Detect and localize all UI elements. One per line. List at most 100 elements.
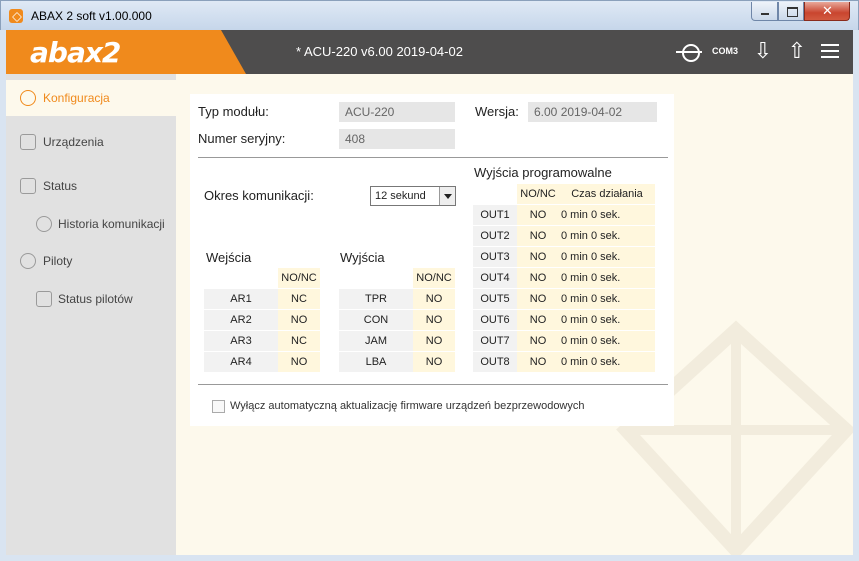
- input-value[interactable]: NC: [278, 289, 320, 309]
- prog-output-name: OUT4: [473, 268, 517, 288]
- version-field: 6.00 2019-04-02: [528, 102, 657, 122]
- table-row: OUT3 NO 0 min 0 sek.: [473, 247, 655, 267]
- prog-output-value[interactable]: NO: [517, 331, 559, 351]
- close-button[interactable]: [804, 2, 850, 21]
- output-name: JAM: [339, 331, 413, 351]
- divider: [198, 384, 668, 385]
- sidebar-item-status[interactable]: Status: [6, 168, 176, 204]
- prog-output-time[interactable]: 0 min 0 sek.: [559, 226, 655, 246]
- device-icon: [20, 134, 36, 150]
- output-name: CON: [339, 310, 413, 330]
- sidebar-item-urzadzenia[interactable]: Urządzenia: [6, 124, 176, 160]
- prog-output-time[interactable]: 0 min 0 sek.: [559, 289, 655, 309]
- outputs-col-header: NO/NC: [413, 268, 455, 288]
- maximize-button[interactable]: [778, 2, 804, 21]
- prog-output-name: OUT1: [473, 205, 517, 225]
- prog-output-time[interactable]: 0 min 0 sek.: [559, 247, 655, 267]
- app-frame: abax2 * ACU-220 v6.00 2019-04-02 COM3 ⇩ …: [6, 30, 853, 555]
- sidebar: Konfiguracja Urządzenia Status Historia …: [6, 74, 176, 555]
- table-row: AR4 NO: [204, 352, 320, 372]
- input-name: AR1: [204, 289, 278, 309]
- com-port-icon[interactable]: [676, 40, 702, 64]
- outputs-table: NO/NC TPR NO CON NO JAM NO LBA NO: [339, 267, 455, 373]
- input-name: AR2: [204, 310, 278, 330]
- sidebar-item-historia[interactable]: Historia komunikacji: [6, 206, 176, 242]
- prog-output-name: OUT3: [473, 247, 517, 267]
- output-name: TPR: [339, 289, 413, 309]
- output-value[interactable]: NO: [413, 331, 455, 351]
- table-row: JAM NO: [339, 331, 455, 351]
- input-name: AR3: [204, 331, 278, 351]
- prog-output-name: OUT5: [473, 289, 517, 309]
- output-value[interactable]: NO: [413, 310, 455, 330]
- inputs-title: Wejścia: [206, 250, 252, 265]
- version-label: Wersja:: [475, 104, 519, 119]
- prog-output-value[interactable]: NO: [517, 226, 559, 246]
- table-row: AR3 NC: [204, 331, 320, 351]
- input-value[interactable]: NO: [278, 310, 320, 330]
- download-icon[interactable]: ⇩: [752, 40, 774, 64]
- input-name: AR4: [204, 352, 278, 372]
- prog-output-time[interactable]: 0 min 0 sek.: [559, 352, 655, 372]
- logo-area: abax2: [6, 30, 246, 74]
- com-port-label[interactable]: COM3: [712, 46, 738, 56]
- prog-output-time[interactable]: 0 min 0 sek.: [559, 268, 655, 288]
- table-row: OUT5 NO 0 min 0 sek.: [473, 289, 655, 309]
- module-type-field: ACU-220: [339, 102, 455, 122]
- config-panel: Typ modułu: ACU-220 Wersja: 6.00 2019-04…: [190, 94, 674, 426]
- prog-col-time: Czas działania: [559, 184, 655, 204]
- app-icon: [9, 9, 23, 23]
- prog-col-nonc: NO/NC: [517, 184, 559, 204]
- comm-period-value: 12 sekund: [375, 190, 426, 202]
- table-row: OUT8 NO 0 min 0 sek.: [473, 352, 655, 372]
- remote-status-icon: [36, 291, 52, 307]
- status-icon: [20, 178, 36, 194]
- prog-output-time[interactable]: 0 min 0 sek.: [559, 205, 655, 225]
- input-value[interactable]: NC: [278, 331, 320, 351]
- remote-icon: [20, 253, 36, 269]
- outputs-title: Wyjścia: [340, 250, 385, 265]
- upload-icon[interactable]: ⇧: [786, 40, 808, 64]
- window-title: ABAX 2 soft v1.00.000: [31, 9, 152, 23]
- chevron-down-icon[interactable]: [439, 187, 455, 205]
- prog-output-value[interactable]: NO: [517, 310, 559, 330]
- prog-output-value[interactable]: NO: [517, 247, 559, 267]
- menu-icon[interactable]: [821, 44, 839, 58]
- history-icon: [36, 216, 52, 232]
- prog-output-value[interactable]: NO: [517, 205, 559, 225]
- module-title: * ACU-220 v6.00 2019-04-02: [296, 44, 463, 59]
- output-value[interactable]: NO: [413, 352, 455, 372]
- input-value[interactable]: NO: [278, 352, 320, 372]
- window-titlebar: ABAX 2 soft v1.00.000: [0, 0, 859, 30]
- table-row: LBA NO: [339, 352, 455, 372]
- divider: [198, 157, 668, 158]
- inputs-table: NO/NC AR1 NC AR2 NO AR3 NC AR4 NO: [204, 267, 320, 373]
- table-row: OUT4 NO 0 min 0 sek.: [473, 268, 655, 288]
- firmware-update-label[interactable]: Wyłącz automatyczną aktualizację firmwar…: [230, 400, 585, 412]
- inputs-col-header: NO/NC: [278, 268, 320, 288]
- prog-output-value[interactable]: NO: [517, 268, 559, 288]
- sidebar-item-label: Status: [43, 179, 78, 193]
- prog-outputs-title: Wyjścia programowalne: [474, 165, 612, 180]
- table-row: TPR NO: [339, 289, 455, 309]
- output-name: LBA: [339, 352, 413, 372]
- prog-output-value[interactable]: NO: [517, 352, 559, 372]
- sidebar-item-piloty[interactable]: Piloty: [6, 243, 176, 279]
- prog-output-time[interactable]: 0 min 0 sek.: [559, 331, 655, 351]
- prog-output-name: OUT8: [473, 352, 517, 372]
- prog-output-time[interactable]: 0 min 0 sek.: [559, 310, 655, 330]
- sidebar-item-status-pilotow[interactable]: Status pilotów: [6, 281, 176, 317]
- serial-label: Numer seryjny:: [198, 131, 286, 146]
- prog-output-name: OUT7: [473, 331, 517, 351]
- sidebar-item-label: Urządzenia: [43, 135, 104, 149]
- comm-period-select[interactable]: 12 sekund: [370, 186, 456, 206]
- prog-output-value[interactable]: NO: [517, 289, 559, 309]
- table-row: OUT2 NO 0 min 0 sek.: [473, 226, 655, 246]
- minimize-button[interactable]: [751, 2, 778, 21]
- output-value[interactable]: NO: [413, 289, 455, 309]
- firmware-update-checkbox[interactable]: [212, 400, 225, 413]
- sidebar-item-label: Konfiguracja: [43, 91, 110, 105]
- sidebar-item-label: Historia komunikacji: [58, 217, 165, 231]
- app-header: abax2 * ACU-220 v6.00 2019-04-02 COM3 ⇩ …: [6, 30, 853, 74]
- sidebar-item-konfiguracja[interactable]: Konfiguracja: [6, 80, 176, 116]
